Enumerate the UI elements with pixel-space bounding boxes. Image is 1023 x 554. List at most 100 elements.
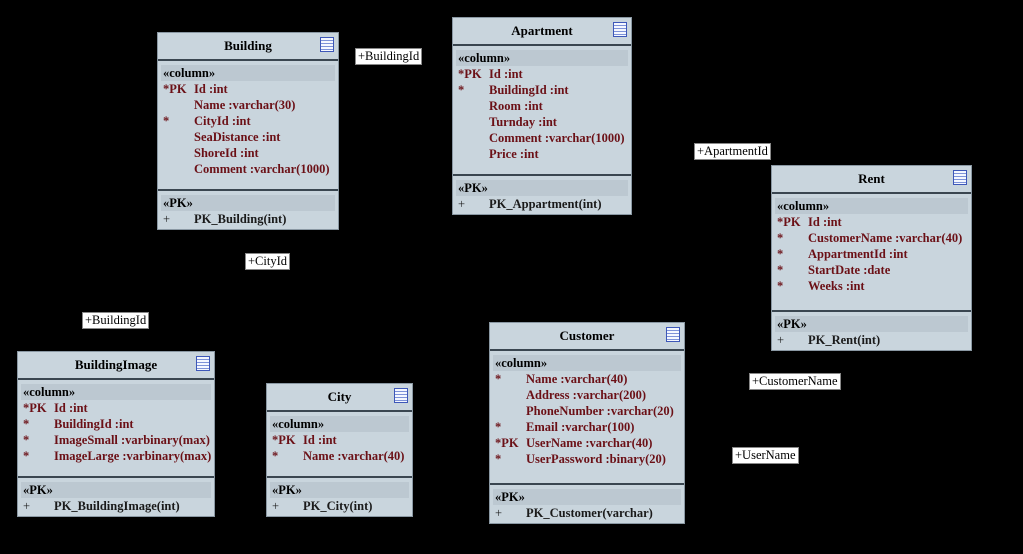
pk-stereotype: «PK» <box>775 316 968 332</box>
column-text: Name :varchar(40) <box>526 372 628 386</box>
column-row[interactable]: *PK Id :int <box>161 81 335 97</box>
relation-label: +BuildingId <box>355 48 423 65</box>
column-text: Turnday :int <box>489 115 557 129</box>
column-text: CustomerName :varchar(40) <box>808 231 963 245</box>
column-row[interactable]: * AppartmentId :int <box>775 246 968 262</box>
operation-row[interactable]: + PK_BuildingImage(int) <box>21 498 211 514</box>
column-text: Id :int <box>54 401 88 415</box>
column-row[interactable]: * Name :varchar(40) <box>493 371 681 387</box>
pk-section: «PK» + PK_BuildingImage(int) <box>18 476 214 516</box>
column-row[interactable]: Comment :varchar(1000) <box>456 130 628 146</box>
column-row[interactable]: SeaDistance :int <box>161 129 335 145</box>
column-row[interactable]: Name :varchar(30) <box>161 97 335 113</box>
column-row[interactable]: * Email :varchar(100) <box>493 419 681 435</box>
column-row[interactable]: *PK UserName :varchar(40) <box>493 435 681 451</box>
columns-section: «column» *PK Id :int * CustomerName :varchar… <box>772 194 971 310</box>
column-row[interactable]: * Name :varchar(40) <box>270 448 409 464</box>
column-row[interactable]: Price :int <box>456 146 628 162</box>
table-buildingimage[interactable]: BuildingImage «column» *PK Id :int * Building… <box>17 351 215 517</box>
operation-text: PK_Building(int) <box>194 212 287 226</box>
column-text: UserName :varchar(40) <box>526 436 653 450</box>
table-name: BuildingImage <box>74 357 158 372</box>
operation-row[interactable]: + PK_City(int) <box>270 498 409 514</box>
column-text: Name :varchar(40) <box>303 449 405 463</box>
relation-label: +ApartmentId <box>694 143 771 160</box>
operation-row[interactable]: + PK_Rent(int) <box>775 332 968 348</box>
operation-row[interactable]: + PK_Appartment(int) <box>456 196 628 212</box>
column-row[interactable]: * CustomerName :varchar(40) <box>775 230 968 246</box>
column-stereotype: «column» <box>493 355 681 371</box>
table-city[interactable]: City «column» *PK Id :int * Name :varchar(40)… <box>266 383 413 517</box>
relation-label: +CustomerName <box>749 373 841 390</box>
columns-section: «column» * Name :varchar(40) Address :varch… <box>490 351 684 483</box>
pk-section: «PK» + PK_Appartment(int) <box>453 174 631 214</box>
table-icon <box>953 170 967 185</box>
column-row[interactable]: *PK Id :int <box>21 400 211 416</box>
column-row[interactable]: Turnday :int <box>456 114 628 130</box>
pk-section: «PK» + PK_Rent(int) <box>772 310 971 350</box>
column-row[interactable]: * BuildingId :int <box>456 82 628 98</box>
table-name: Building <box>224 38 272 53</box>
column-text: Id :int <box>808 215 842 229</box>
column-row[interactable]: * ImageLarge :varbinary(max) <box>21 448 211 464</box>
column-text: Id :int <box>194 82 228 96</box>
operation-text: PK_Customer(varchar) <box>526 506 653 520</box>
column-row[interactable]: * ImageSmall :varbinary(max) <box>21 432 211 448</box>
column-text: Price :int <box>489 147 539 161</box>
column-row[interactable]: * BuildingId :int <box>21 416 211 432</box>
column-row[interactable]: Address :varchar(200) <box>493 387 681 403</box>
pk-stereotype: «PK» <box>161 195 335 211</box>
column-text: Name :varchar(30) <box>194 98 296 112</box>
column-text: Id :int <box>303 433 337 447</box>
column-text: Id :int <box>489 67 523 81</box>
column-text: Room :int <box>489 99 543 113</box>
table-name: City <box>327 389 352 404</box>
operation-marker: + <box>272 499 280 513</box>
column-text: ShoreId :int <box>194 146 259 160</box>
column-row[interactable]: * Weeks :int <box>775 278 968 294</box>
operation-row[interactable]: + PK_Building(int) <box>161 211 335 227</box>
pk-section: «PK» + PK_City(int) <box>267 476 412 516</box>
column-marker: * <box>23 449 30 463</box>
column-row[interactable]: *PK Id :int <box>775 214 968 230</box>
column-text: Comment :varchar(1000) <box>489 131 625 145</box>
column-marker: *PK <box>495 436 519 450</box>
pk-stereotype: «PK» <box>270 482 409 498</box>
column-stereotype: «column» <box>456 50 628 66</box>
column-stereotype: «column» <box>21 384 211 400</box>
column-marker: *PK <box>163 82 187 96</box>
column-stereotype: «column» <box>775 198 968 214</box>
operation-marker: + <box>777 333 785 347</box>
column-row[interactable]: Comment :varchar(1000) <box>161 161 335 177</box>
column-text: AppartmentId :int <box>808 247 908 261</box>
column-row[interactable]: ShoreId :int <box>161 145 335 161</box>
column-row[interactable]: * UserPassword :binary(20) <box>493 451 681 467</box>
column-marker: * <box>458 83 465 97</box>
columns-section: «column» *PK Id :int Name :varchar(30) * City… <box>158 61 338 189</box>
column-marker: * <box>777 231 784 245</box>
table-building[interactable]: Building «column» *PK Id :int Name :varchar(… <box>157 32 339 230</box>
operation-text: PK_Appartment(int) <box>489 197 602 211</box>
relation-label: +UserName <box>732 447 799 464</box>
operation-row[interactable]: + PK_Customer(varchar) <box>493 505 681 521</box>
column-row[interactable]: *PK Id :int <box>456 66 628 82</box>
column-marker: * <box>777 263 784 277</box>
table-header: Building <box>158 33 338 61</box>
column-marker: * <box>777 247 784 261</box>
column-row[interactable]: * StartDate :date <box>775 262 968 278</box>
column-row[interactable]: * CityId :int <box>161 113 335 129</box>
table-rent[interactable]: Rent «column» *PK Id :int * CustomerName :var… <box>771 165 972 351</box>
pk-section: «PK» + PK_Customer(varchar) <box>490 483 684 523</box>
operation-marker: + <box>495 506 503 520</box>
column-marker: * <box>495 452 502 466</box>
column-text: Address :varchar(200) <box>526 388 647 402</box>
column-row[interactable]: PhoneNumber :varchar(20) <box>493 403 681 419</box>
operation-text: PK_BuildingImage(int) <box>54 499 180 513</box>
table-customer[interactable]: Customer «column» * Name :varchar(40) Addres… <box>489 322 685 524</box>
table-header: Apartment <box>453 18 631 46</box>
columns-section: «column» *PK Id :int * BuildingId :int * Image… <box>18 380 214 476</box>
column-row[interactable]: Room :int <box>456 98 628 114</box>
column-row[interactable]: *PK Id :int <box>270 432 409 448</box>
column-marker: *PK <box>23 401 47 415</box>
table-apartment[interactable]: Apartment «column» *PK Id :int * BuildingId :… <box>452 17 632 215</box>
